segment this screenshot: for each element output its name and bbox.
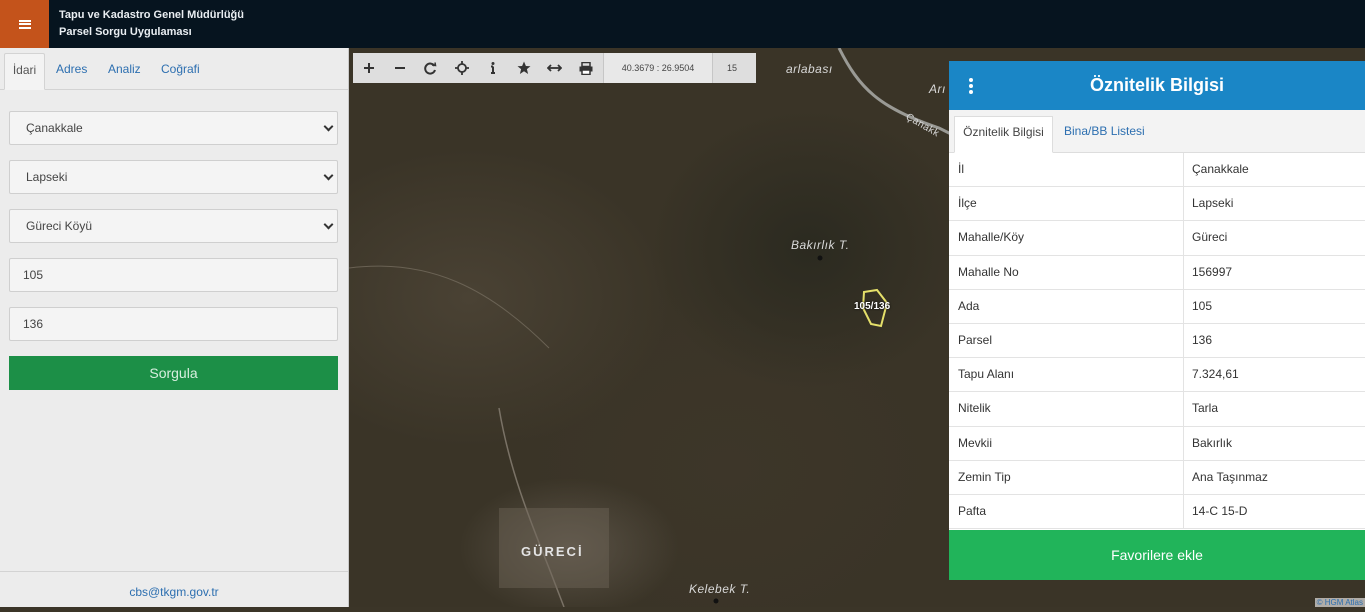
- parcel-input[interactable]: 136: [9, 307, 338, 341]
- table-row: Pafta 14-C 15-D: [949, 494, 1365, 530]
- more-options-icon[interactable]: [969, 78, 973, 96]
- attribute-value: Bakırlık: [1192, 435, 1233, 450]
- parcel-input-value: 136: [23, 317, 44, 331]
- table-row: Mahalle/Köy Güreci: [949, 221, 1365, 256]
- attribute-panel: Öznitelik Bilgisi Öznitelik Bilgisi Bina…: [949, 61, 1365, 580]
- chevron-down-icon: [323, 219, 334, 230]
- table-row: Ada 105: [949, 289, 1365, 324]
- attribute-key: Ada: [949, 289, 1184, 323]
- table-row: Mevkii Bakırlık: [949, 426, 1365, 461]
- district-select-value: Lapseki: [26, 170, 68, 184]
- zoom-level: 15: [726, 63, 737, 73]
- attribute-value: 14-C 15-D: [1192, 503, 1248, 518]
- attribute-panel-title: Öznitelik Bilgisi: [1089, 75, 1225, 95]
- tab-analiz[interactable]: Analiz: [108, 53, 141, 90]
- menu-button[interactable]: [0, 0, 49, 48]
- attribute-value: 105: [1192, 298, 1213, 313]
- contact-email-link[interactable]: cbs@tkgm.gov.tr: [0, 571, 348, 607]
- star-icon[interactable]: [508, 53, 539, 83]
- attribute-key: Mahalle/Köy: [949, 221, 1184, 255]
- chevron-down-icon: [323, 170, 334, 181]
- attribute-value: 156997: [1192, 264, 1233, 279]
- attribute-value: Ana Taşınmaz: [1192, 469, 1268, 484]
- attribute-value: Tarla: [1192, 401, 1219, 416]
- district-select[interactable]: Lapseki: [9, 160, 338, 194]
- refresh-icon[interactable]: [415, 53, 446, 83]
- chevron-down-icon: [323, 121, 334, 132]
- info-icon[interactable]: [477, 53, 508, 83]
- app-title: Tapu ve Kadastro Genel Müdürlüğü Parsel …: [59, 7, 244, 41]
- tab-cografi[interactable]: Coğrafi: [161, 53, 200, 90]
- province-select-value: Çanakkale: [26, 121, 83, 135]
- tab-adres[interactable]: Adres: [56, 53, 87, 90]
- plus-icon[interactable]: [353, 53, 384, 83]
- neighborhood-select[interactable]: Güreci Köyü: [9, 209, 338, 243]
- attribute-value: 7.324,61: [1192, 367, 1239, 382]
- table-row: İlçe Lapseki: [949, 187, 1365, 222]
- attribute-key: Pafta: [949, 494, 1184, 529]
- minus-icon[interactable]: [384, 53, 415, 83]
- add-favorite-button[interactable]: Favorilere ekle: [949, 530, 1365, 580]
- table-row: Nitelik Tarla: [949, 392, 1365, 427]
- tab-attribute-info[interactable]: Öznitelik Bilgisi: [954, 116, 1053, 153]
- attribute-key: İl: [949, 153, 1184, 187]
- app-title-line1: Tapu ve Kadastro Genel Müdürlüğü: [59, 9, 244, 21]
- attribute-value: 136: [1192, 332, 1213, 347]
- attribute-value: Lapseki: [1192, 196, 1234, 211]
- print-icon[interactable]: [570, 53, 601, 83]
- crosshair-icon[interactable]: [446, 53, 477, 83]
- attribute-key: Tapu Alanı: [949, 358, 1184, 392]
- table-row: Tapu Alanı 7.324,61: [949, 358, 1365, 393]
- attribute-key: Mahalle No: [949, 255, 1184, 289]
- attribute-key: İlçe: [949, 187, 1184, 221]
- attribute-table: İl Çanakkale İlçe Lapseki Mahalle/Köy Gürec…: [949, 153, 1365, 530]
- map-label-kelebek: Kelebek T.: [689, 582, 751, 596]
- attribute-key: Parsel: [949, 323, 1184, 358]
- neighborhood-select-value: Güreci Köyü: [26, 219, 93, 233]
- map-attribution[interactable]: © HGM Atlas: [1314, 598, 1365, 607]
- table-row: Mahalle No 156997: [949, 255, 1365, 290]
- hamburger-icon: [18, 19, 31, 29]
- query-tabs: İdari Adres Analiz Coğrafi: [0, 48, 348, 90]
- attribute-key: Nitelik: [949, 392, 1184, 426]
- map-label-corner: Arı: [929, 82, 946, 96]
- app-title-line2: Parsel Sorgu Uygulaması: [59, 26, 192, 38]
- attribute-key: Mevkii: [949, 426, 1184, 460]
- block-input-value: 105: [23, 268, 44, 282]
- tab-idari[interactable]: İdari: [4, 53, 45, 90]
- coordinate-readout: 40.3679 : 26.9504: [603, 53, 713, 83]
- parcel-label: 105/136: [854, 301, 891, 312]
- map-toolbar: 40.3679 : 26.9504 15: [353, 53, 756, 83]
- map-label-top: arlabası: [786, 62, 833, 76]
- map-label-town: GÜRECİ: [521, 544, 584, 559]
- block-input[interactable]: 105: [9, 258, 338, 292]
- app-header: Tapu ve Kadastro Genel Müdürlüğü Parsel …: [0, 0, 1365, 48]
- attribute-value: Çanakkale: [1192, 162, 1249, 176]
- province-select[interactable]: Çanakkale: [9, 111, 338, 145]
- query-button[interactable]: Sorgula: [9, 356, 338, 390]
- tab-building-list[interactable]: Bina/BB Listesi: [1064, 116, 1145, 153]
- attribute-tabs: Öznitelik Bilgisi Bina/BB Listesi: [949, 110, 1365, 153]
- table-row: İl Çanakkale: [949, 153, 1365, 188]
- map-label-bakirlik: Bakırlık T.: [791, 238, 850, 252]
- table-row: Parsel 136: [949, 323, 1365, 359]
- attribute-key: Zemin Tip: [949, 460, 1184, 494]
- query-panel: İdari Adres Analiz Coğrafi Çanakkale Lap…: [0, 48, 349, 607]
- attribute-value: Güreci: [1192, 230, 1228, 245]
- measure-icon[interactable]: [539, 53, 570, 83]
- table-row: Zemin Tip Ana Taşınmaz: [949, 460, 1365, 495]
- attribute-panel-header: Öznitelik Bilgisi: [949, 61, 1365, 110]
